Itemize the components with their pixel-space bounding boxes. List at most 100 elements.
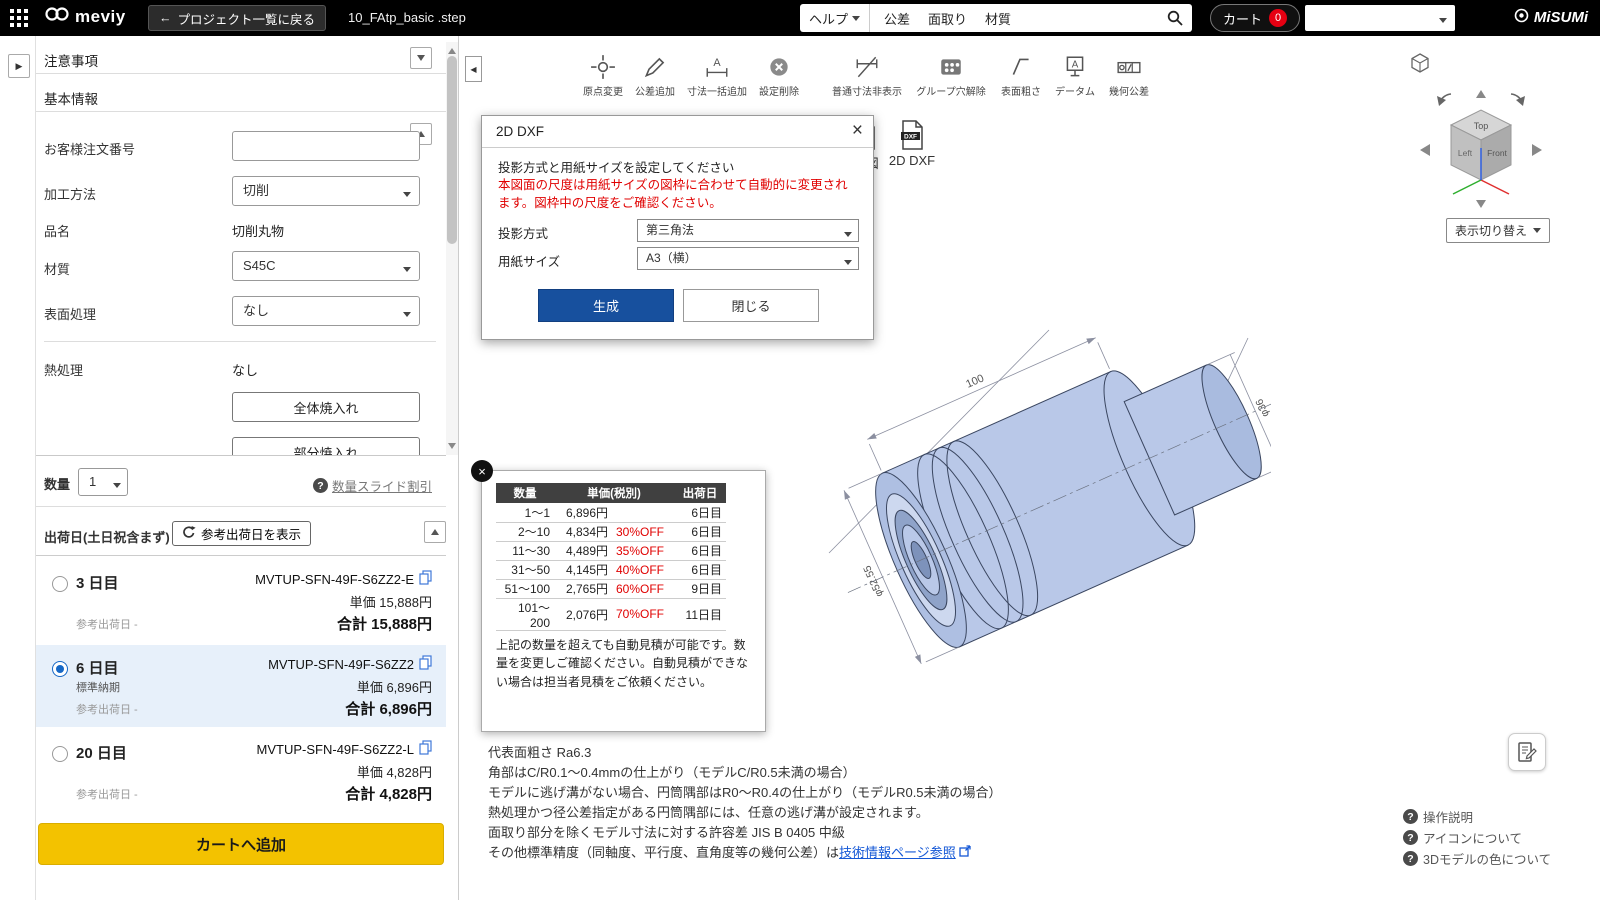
quantity-discount-popup: × 数量 単価(税別) 出荷日 1～16,896円6日目 2～104,834円3… (481, 470, 766, 732)
toolbar-dimension-batch-add[interactable]: A 寸法一括追加 (681, 52, 753, 100)
discount-link-label: 数量スライド割引 (332, 476, 432, 495)
dialog-instruction: 投影方式と用紙サイズを設定してください (498, 157, 734, 176)
close-button[interactable]: 閉じる (683, 289, 819, 322)
standard-delivery-note: 標準納期 (76, 679, 120, 695)
unit-price: 単価 6,896円 (357, 677, 432, 696)
heat-value: なし (232, 360, 258, 379)
cube-face-top[interactable]: Top (1474, 121, 1489, 131)
toolbar-setting-delete[interactable]: 設定削除 (753, 52, 805, 100)
help-link-icons[interactable]: ?アイコンについて (1403, 827, 1551, 848)
order-number-input[interactable] (232, 131, 420, 161)
panel-collapse-button[interactable]: ◀ (465, 56, 482, 82)
help-link-model-colors[interactable]: ?3Dモデルの色について (1403, 848, 1551, 869)
tech-info-link[interactable]: 技術情報ページ参照 (839, 845, 956, 860)
material-select[interactable]: S45C (232, 251, 420, 281)
show-reference-ship-date-button[interactable]: 参考出荷日を表示 (172, 521, 311, 546)
total-price: 合計 4,828円 (345, 783, 432, 804)
toolbar-2d-dxf[interactable]: DXF 2D DXF (887, 120, 937, 168)
toolbar-surface-roughness[interactable]: 表面粗さ (993, 52, 1049, 100)
help-link-operation[interactable]: ?操作説明 (1403, 806, 1551, 827)
search-icon[interactable] (1167, 10, 1183, 29)
cart-button[interactable]: カート 0 (1210, 4, 1300, 32)
app-window: meviy ← プロジェクト一覧に戻る 10_FAtp_basic .step … (0, 0, 1600, 900)
quantity-select[interactable]: 1 (78, 468, 128, 496)
help-dropdown[interactable]: ヘルプ (800, 4, 870, 32)
shipping-option-3days[interactable]: 3 日目 MVTUP-SFN-49F-S6ZZ2-E 単価 15,888円 参考… (36, 560, 446, 642)
toolbar-origin-change[interactable]: 原点変更 (577, 52, 629, 100)
toolbar-tolerance-add[interactable]: 公差追加 (629, 52, 681, 100)
app-grid-icon[interactable] (9, 8, 29, 28)
external-link-icon[interactable] (959, 845, 971, 860)
part-number: MVTUP-SFN-49F-S6ZZ2-L (257, 740, 432, 758)
spec-notes: 代表面粗さ Ra6.3 角部はC/R0.1～0.4mmの仕上がり（モデルC/R0… (488, 743, 1002, 863)
chevron-down-icon (852, 16, 860, 25)
scroll-up-icon[interactable] (448, 44, 456, 54)
toolbar-group-hole-release[interactable]: グループ穴解除 (909, 52, 993, 100)
chevron-down-icon (113, 483, 121, 492)
copy-icon[interactable] (419, 655, 432, 673)
radio-icon[interactable] (52, 746, 68, 762)
3d-model-view[interactable]: 100 (771, 300, 1271, 703)
order-number-label: お客様注文番号 (44, 139, 135, 158)
close-icon[interactable]: × (852, 120, 863, 142)
chevron-down-icon (403, 312, 411, 321)
sidebar-scrollbar[interactable] (446, 42, 458, 455)
notes-collapse-button[interactable] (410, 47, 432, 69)
header-dropdown[interactable] (1305, 5, 1455, 31)
divider (44, 341, 436, 342)
section-notes[interactable]: 注意事項 (36, 42, 446, 74)
toolbar-hide-normal-dims[interactable]: 普通寸法非表示 (825, 52, 909, 100)
partial-hardening-button[interactable]: 部分焼入れ (232, 437, 420, 455)
display-switch-button[interactable]: 表示切り替え (1446, 218, 1550, 243)
full-hardening-button[interactable]: 全体焼入れ (232, 392, 420, 422)
section-basic-info[interactable]: 基本情報 (36, 80, 446, 112)
table-row: 31～504,145円40%OFF6日目 (496, 560, 726, 579)
back-to-projects-button[interactable]: ← プロジェクト一覧に戻る (148, 5, 326, 31)
display-switch-label: 表示切り替え (1455, 222, 1527, 239)
paper-size-label: 用紙サイズ (498, 251, 560, 270)
open-filename: 10_FAtp_basic .step (348, 10, 466, 25)
expand-right-icon: ▶ (16, 61, 23, 72)
radio-selected-icon[interactable] (52, 661, 68, 677)
reference-ship-date: 参考出荷日 - (76, 701, 138, 717)
shipping-option-6days[interactable]: 6 日目 標準納期 MVTUP-SFN-49F-S6ZZ2 単価 6,896円 … (36, 645, 446, 727)
toolbar-geometric-tolerance[interactable]: 幾何公差 (1101, 52, 1157, 100)
quantity-discount-link[interactable]: ? 数量スライド割引 (313, 476, 432, 495)
toolbar-datum[interactable]: A データム (1049, 52, 1101, 100)
chevron-down-icon (1533, 228, 1541, 237)
search-bar[interactable]: ヘルプ 公差 面取り 材質 (800, 4, 1192, 32)
paper-size-select[interactable]: A3（横） (637, 247, 859, 270)
help-links: ?操作説明 ?アイコンについて ?3Dモデルの色について (1403, 806, 1551, 869)
annotation-toolbar: 原点変更 公差追加 A 寸法一括追加 設定削除 普通寸法非表示 グループ穴解除 (577, 52, 1157, 100)
dialog-titlebar: 2D DXF × (482, 116, 873, 148)
scroll-down-icon[interactable] (448, 443, 456, 453)
view-cube-control[interactable]: Top Left Front (1406, 48, 1556, 221)
copy-icon[interactable] (419, 740, 432, 758)
search-term: 面取り (928, 9, 967, 28)
search-input[interactable]: 公差 面取り 材質 (870, 9, 1011, 28)
refresh-icon (182, 525, 196, 542)
toolbar-label: 幾何公差 (1101, 83, 1157, 98)
cube-face-front[interactable]: Front (1487, 148, 1507, 158)
scrollbar-thumb[interactable] (447, 56, 457, 244)
add-to-cart-button[interactable]: カートへ追加 (38, 823, 444, 865)
copy-icon[interactable] (419, 570, 432, 588)
shipping-option-20days[interactable]: 20 日目 MVTUP-SFN-49F-S6ZZ2-L 単価 4,828円 参考… (36, 730, 446, 812)
radio-icon[interactable] (52, 576, 68, 592)
part-number: MVTUP-SFN-49F-S6ZZ2-E (255, 570, 432, 588)
generate-button[interactable]: 生成 (538, 289, 674, 322)
close-icon[interactable]: × (471, 460, 493, 482)
surface-select[interactable]: なし (232, 296, 420, 326)
cube-face-left[interactable]: Left (1458, 148, 1473, 158)
projection-select[interactable]: 第三角法 (637, 219, 859, 242)
process-select[interactable]: 切削 (232, 176, 420, 206)
panel-expand-button[interactable]: ▶ (8, 54, 30, 78)
toolbar-label: データム (1049, 83, 1101, 98)
meviy-logo[interactable]: meviy (44, 6, 126, 27)
part-number-text: MVTUP-SFN-49F-S6ZZ2-E (255, 572, 414, 587)
top-bar: meviy ← プロジェクト一覧に戻る 10_FAtp_basic .step … (0, 0, 1600, 36)
note-line-prefix: その他標準精度（同軸度、平行度、直角度等の幾何公差）は (488, 845, 839, 860)
search-term: 公差 (884, 9, 910, 28)
shipping-collapse-button[interactable] (424, 521, 446, 543)
memo-button[interactable] (1508, 733, 1546, 771)
